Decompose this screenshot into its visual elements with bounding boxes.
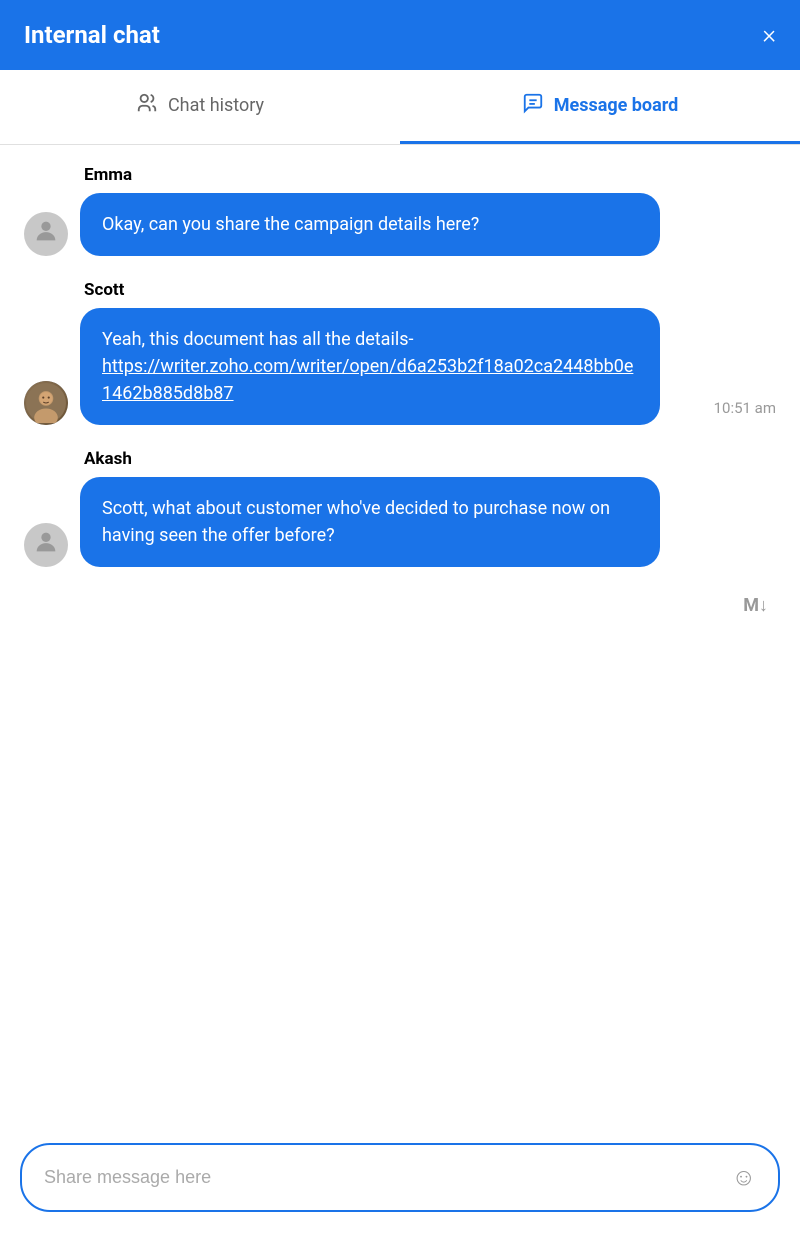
message-group-akash: Akash Scott, what about customer who've … [24,449,776,567]
generic-avatar-icon-akash [32,528,60,562]
markdown-indicator: M↓ [24,595,776,616]
avatar-scott [24,381,68,425]
chat-history-icon [136,92,158,119]
input-box: ☺ [20,1143,780,1212]
tab-chat-history-label: Chat history [168,95,264,116]
markdown-badge: M↓ [743,595,768,616]
message-time-scott: 10:51 am [714,399,776,425]
message-input[interactable] [44,1167,719,1188]
chat-container: Internal chat × Chat history [0,0,800,1236]
avatar-emma [24,212,68,256]
messages-area: Emma Okay, can you share the campaign de… [0,145,800,1127]
header: Internal chat × [0,0,800,70]
emoji-button[interactable]: ☺ [731,1163,756,1192]
generic-avatar-icon [32,217,60,251]
tab-message-board-label: Message board [554,95,679,116]
message-text-emma: Okay, can you share the campaign details… [102,214,479,235]
avatar-akash [24,523,68,567]
sender-name-scott: Scott [24,280,776,300]
bubble-scott: Yeah, this document has all the details-… [80,308,660,425]
app-title: Internal chat [24,21,160,49]
tabs-bar: Chat history Message board [0,70,800,145]
sender-name-emma: Emma [24,165,776,185]
bubble-emma: Okay, can you share the campaign details… [80,193,660,256]
tab-chat-history[interactable]: Chat history [0,70,400,144]
message-row-scott: Yeah, this document has all the details-… [24,308,776,425]
close-button[interactable]: × [762,22,776,48]
message-group-emma: Emma Okay, can you share the campaign de… [24,165,776,256]
message-text-akash: Scott, what about customer who've decide… [102,498,610,546]
message-board-icon [522,92,544,119]
tab-message-board[interactable]: Message board [400,70,800,144]
sender-name-akash: Akash [24,449,776,469]
message-link-scott[interactable]: https://writer.zoho.com/writer/open/d6a2… [102,356,633,404]
message-row-akash: Scott, what about customer who've decide… [24,477,776,567]
input-area: ☺ [0,1127,800,1236]
message-group-scott: Scott [24,280,776,425]
scott-avatar-face [24,381,68,425]
message-row-emma: Okay, can you share the campaign details… [24,193,776,256]
bubble-akash: Scott, what about customer who've decide… [80,477,660,567]
